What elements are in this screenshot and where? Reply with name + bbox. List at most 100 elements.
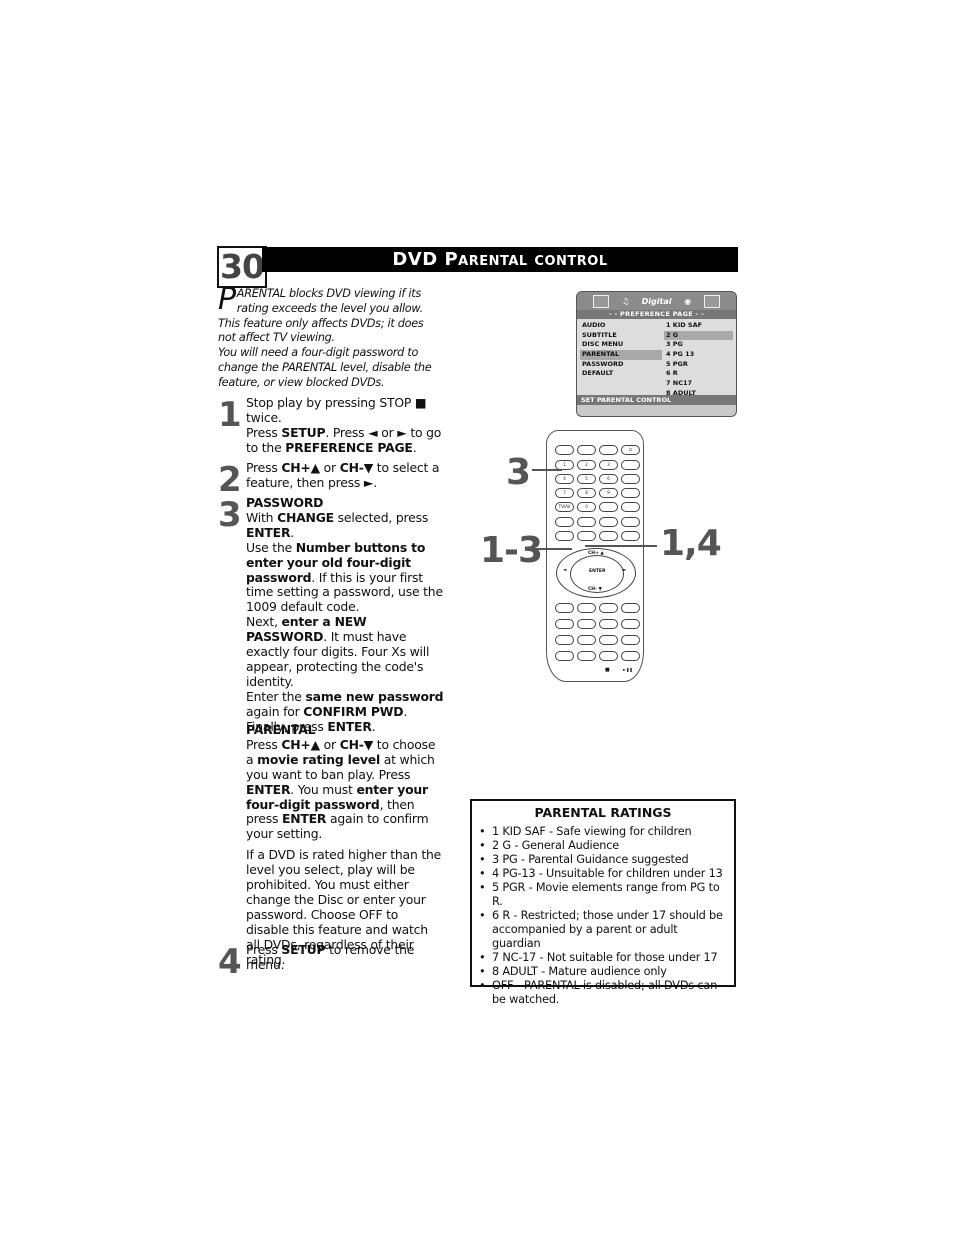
remote-button [577, 517, 596, 527]
remote-button [621, 517, 640, 527]
remote-button [621, 488, 640, 498]
remote-button [555, 603, 574, 613]
step-body: Press SETUP to remove the menu. [246, 942, 444, 973]
step-body: Stop play by pressing STOP ■ twice. Press… [246, 395, 444, 456]
page-title: DVD Parental control [262, 247, 738, 272]
osd-option-item: 7 NC17 [666, 379, 693, 388]
osd-menu-item: PASSWORD [582, 359, 624, 368]
rating-item: 7 NC-17 - Not suitable for those under 1… [478, 951, 728, 965]
step-3-parental: PARENTAL Press CH+▲ or CH-▼ to choose a m… [218, 722, 444, 968]
remote-button [621, 460, 640, 470]
step-line: Enter the same new password again for CO… [246, 688, 444, 719]
callout-1-4: 1,4 [660, 523, 722, 564]
drop-cap: P [218, 282, 236, 317]
step-body: Press CH+▲ or CH-▼ to select a feature, … [246, 460, 444, 491]
remote-dpad: CH+ ▲ CH- ▼ ENTER ◄ ► [556, 548, 636, 598]
remote-button [599, 502, 618, 512]
step-3: 3 PASSWORD With CHANGE selected, press ENT… [218, 495, 444, 735]
remote-button [621, 619, 640, 629]
intro-text-2: You will need a four-digit password to c… [218, 346, 432, 389]
remote-button [577, 603, 596, 613]
osd-menu-item: DEFAULT [582, 369, 614, 378]
rating-item: 6 R - Restricted; those under 17 should … [478, 909, 728, 951]
step-number: 2 [218, 460, 242, 500]
remote-digit-button: 5 [577, 474, 596, 484]
callout-3: 3 [506, 452, 531, 493]
step-line: PARENTAL [246, 722, 316, 737]
remote-power-button: ⏻ [621, 445, 640, 455]
remote-tvav-button: TV/AV [555, 502, 574, 512]
remote-open-close-button [555, 445, 574, 455]
step-number: 1 [218, 395, 242, 435]
play-pause-icon: ►❚❚ [623, 667, 633, 672]
intro-text: ARENTAL blocks DVD viewing if its rating… [218, 287, 424, 345]
step-line: Next, enter a NEW PASSWORD. It must have… [246, 614, 430, 689]
remote-ch-down-button: CH- ▼ [588, 587, 602, 592]
osd-menu-item: DISC MENU [582, 340, 624, 349]
osd-footer: SET PARENTAL CONTROL [577, 395, 736, 405]
remote-button [621, 531, 640, 541]
remote-button [599, 635, 618, 645]
rating-item: OFF - PARENTAL is disabled; all DVDs can… [478, 979, 728, 1007]
remote-button [599, 603, 618, 613]
step-line: Press CH+▲ or CH-▼ to choose a movie rat… [246, 736, 436, 842]
digital-label: Digital [641, 296, 672, 306]
rating-item: 4 PG-13 - Unsuitable for children under … [478, 867, 728, 881]
rating-item: 5 PGR - Movie elements range from PG to … [478, 881, 728, 909]
step-4: 4 Press SETUP to remove the menu. [218, 942, 444, 979]
rating-item: 3 PG - Parental Guidance suggested [478, 853, 728, 867]
disc-icon: ◉ [684, 296, 692, 306]
remote-status-button [599, 445, 618, 455]
step-line: Press SETUP. Press ◄ or ► to go to the P… [246, 424, 442, 455]
step-body: PARENTAL Press CH+▲ or CH-▼ to choose a m… [246, 722, 444, 968]
callout-leader-1-4 [585, 545, 657, 547]
step-line: Press CH+▲ or CH-▼ to select a feature, … [246, 460, 440, 490]
rating-item: 2 G - General Audience [478, 839, 728, 853]
osd-option-item: 5 PGR [666, 359, 688, 368]
remote-digit-button: 8 [577, 488, 596, 498]
osd-icon-bar: ♫ Digital ◉ [577, 292, 736, 310]
remote-button [599, 651, 618, 661]
step-line: With CHANGE selected, press ENTER. [246, 509, 429, 540]
remote-left-button: ◄ [563, 568, 567, 573]
osd-menu-item: SUBTITLE [582, 330, 617, 339]
osd-header: - - PREFERENCE PAGE - - [577, 310, 736, 319]
step-1: 1 Stop play by pressing STOP ■ twice. Pres… [218, 395, 444, 456]
osd-menu-item: PARENTAL [580, 350, 662, 360]
remote-digit-button: 4 [555, 474, 574, 484]
remote-button [621, 603, 640, 613]
remote-button [621, 502, 640, 512]
remote-control: ⏻ 1 2 3 4 5 6 7 8 9 TV/AV 0 CH+ ▲ CH- ▼ ENTER ◄ ► ■ ►❚❚ [546, 430, 644, 682]
remote-button [555, 517, 574, 527]
callout-1-3: 1-3 [480, 530, 543, 571]
remote-button [555, 651, 574, 661]
remote-button [555, 531, 574, 541]
remote-digit-button: 0 [577, 502, 596, 512]
remote-button [599, 531, 618, 541]
callout-leader-3 [532, 469, 562, 471]
remote-digit-button: 6 [599, 474, 618, 484]
tv-icon [593, 294, 610, 308]
preference-icon [703, 294, 720, 308]
preference-page-screen: ♫ Digital ◉ - - PREFERENCE PAGE - - AUDI… [576, 291, 737, 417]
remote-button [621, 635, 640, 645]
remote-digit-button: 7 [555, 488, 574, 498]
osd-options: 1 KID SAF 2 G3 PG 4 PG 13 5 PGR 6 R7 NC17 8 A… [664, 321, 733, 399]
step-line: Press SETUP to remove the menu. [246, 942, 415, 972]
step-line: PASSWORD [246, 495, 324, 510]
remote-button [555, 619, 574, 629]
osd-option-item: 3 PG [666, 340, 683, 349]
osd-menu: AUDIO SUBTITLE DISC MENU PARENTAL PASSWORD DE… [580, 321, 662, 379]
osd-option-item: 1 KID SAF [666, 321, 703, 329]
remote-button [577, 651, 596, 661]
step-line: Use the Number buttons to enter your old… [246, 539, 443, 615]
step-number: 4 [218, 942, 242, 982]
remote-digit-button: 3 [599, 460, 618, 470]
parental-ratings-box: PARENTAL RATINGS 1 KID SAF - Safe viewin… [470, 799, 736, 1006]
step-line: Stop play by pressing STOP ■ twice. [246, 395, 427, 425]
remote-button [555, 635, 574, 645]
stop-icon: ■ [605, 667, 610, 673]
remote-digit-button: 9 [599, 488, 618, 498]
osd-option-item: 4 PG 13 [666, 350, 695, 359]
remote-digit-button: 2 [577, 460, 596, 470]
